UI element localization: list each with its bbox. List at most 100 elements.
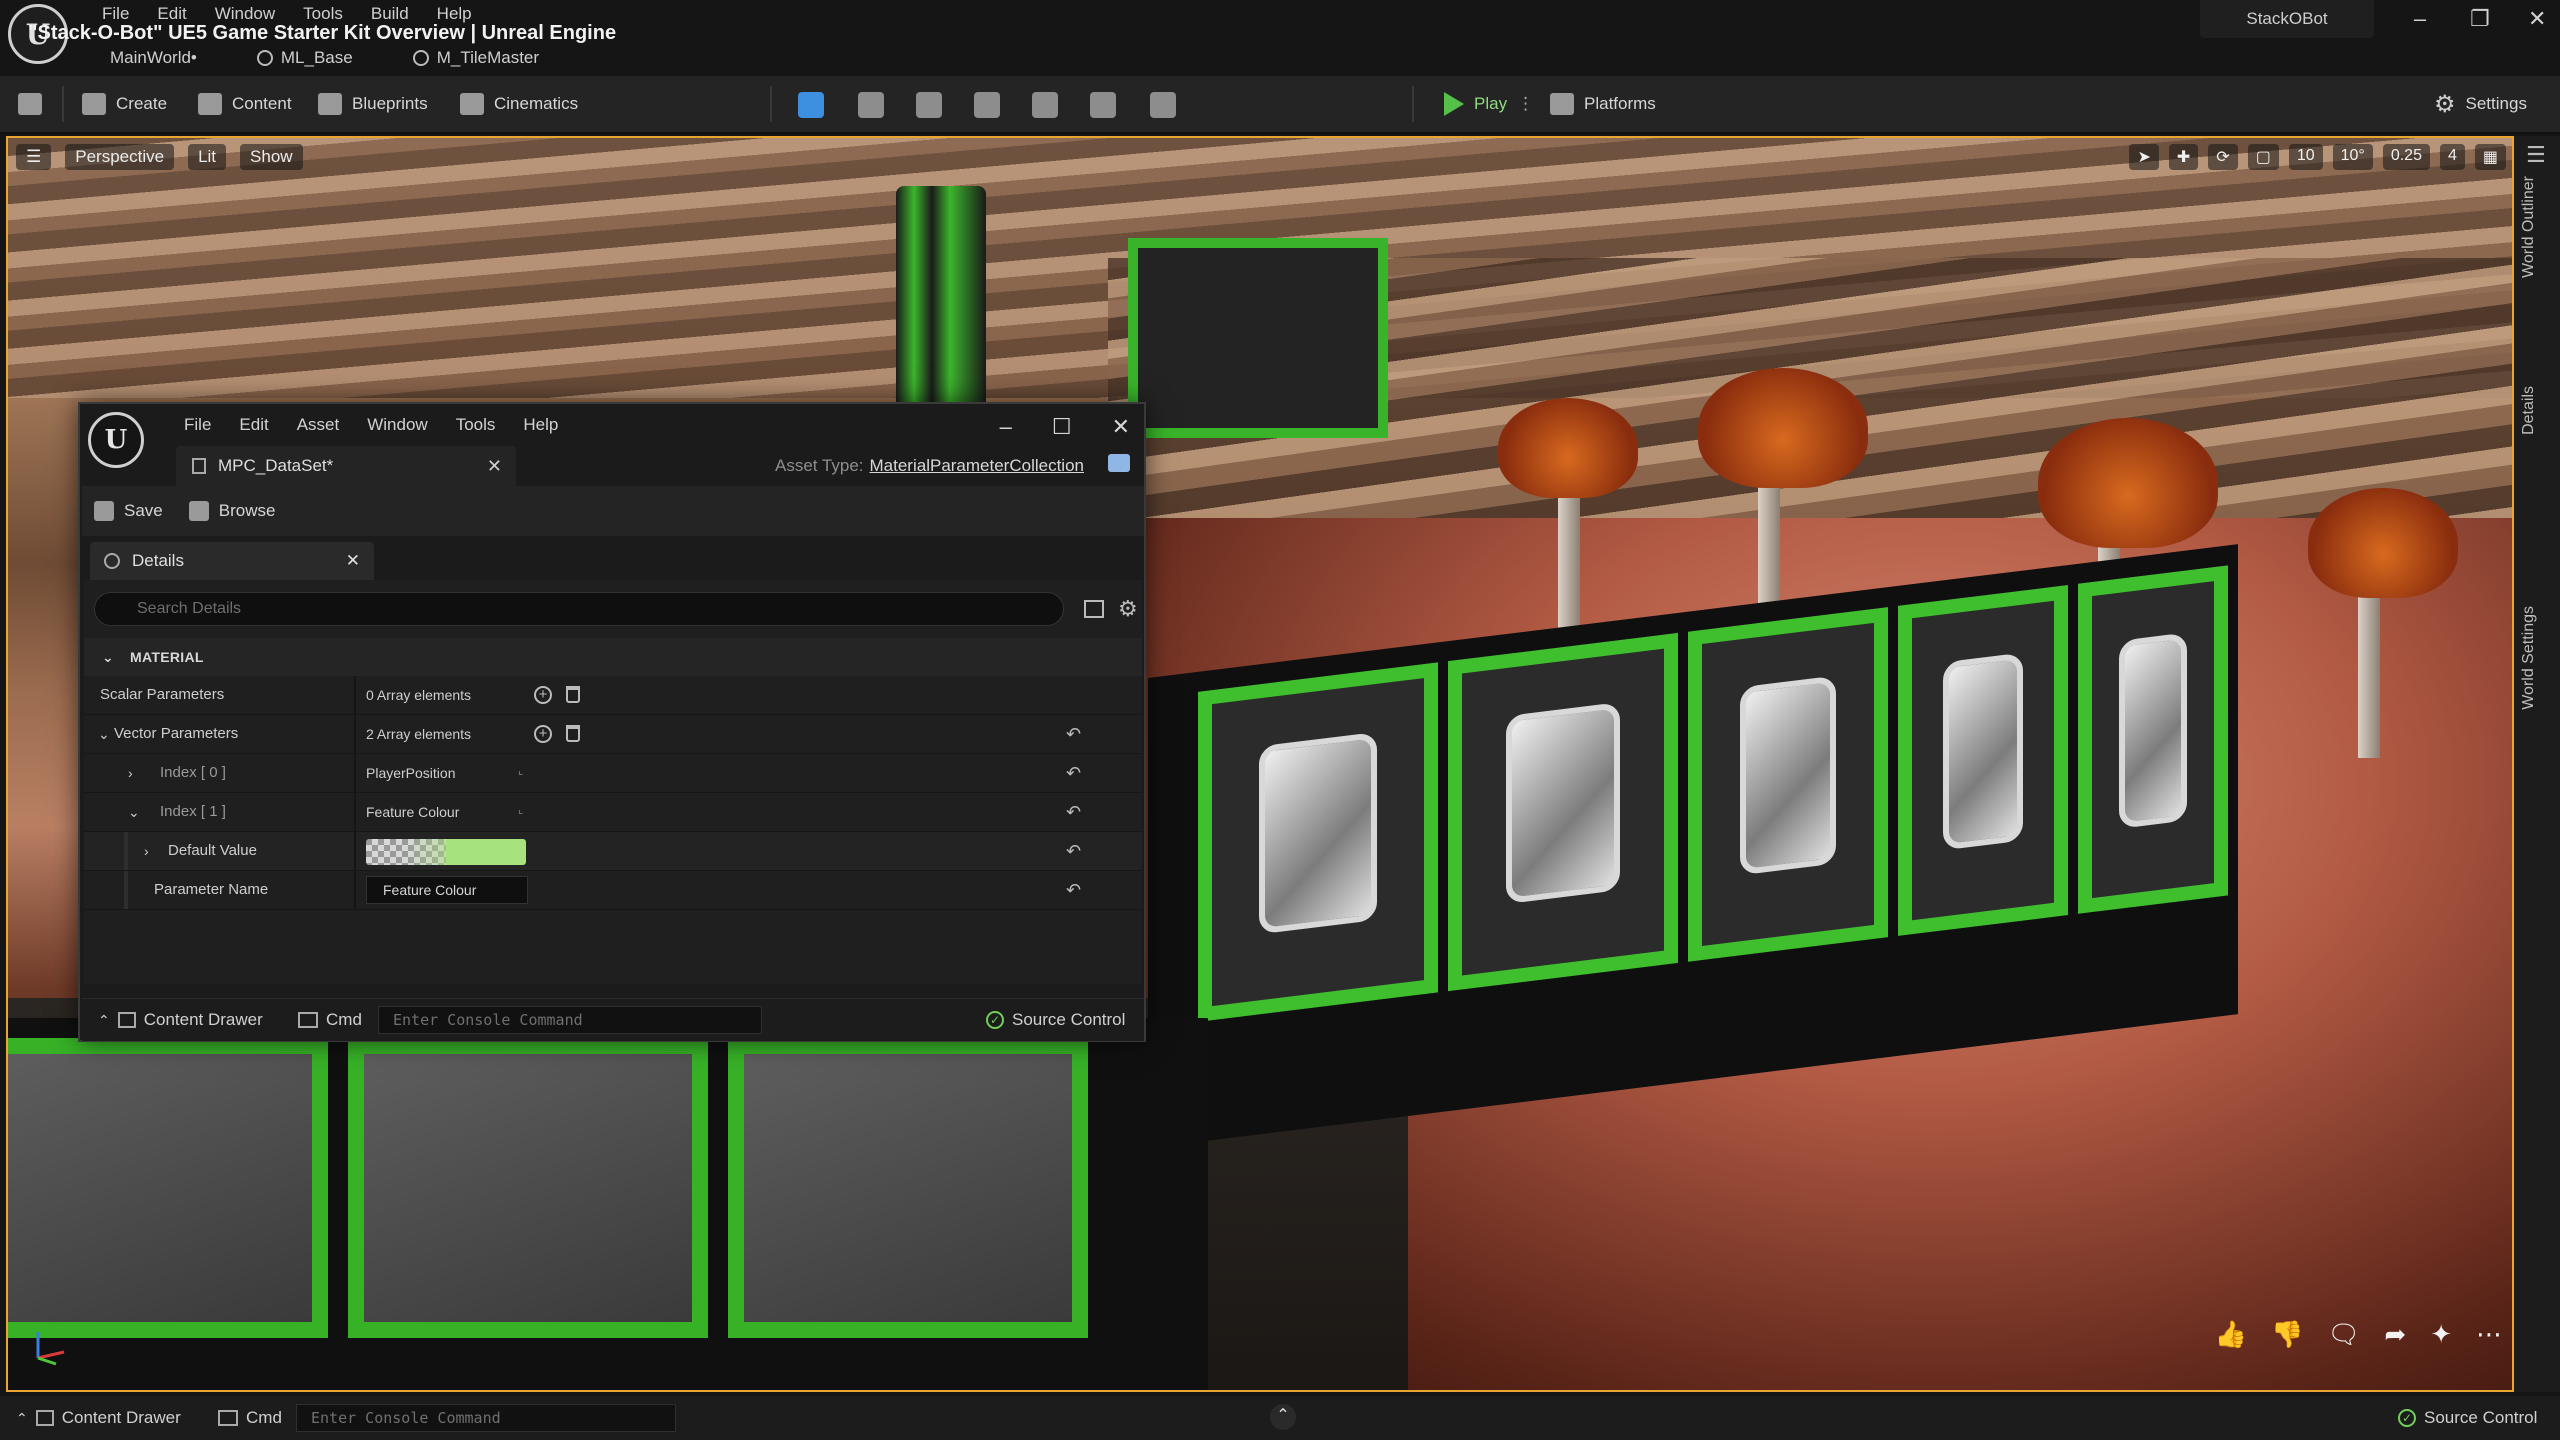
- category-material[interactable]: ⌄ MATERIAL: [84, 638, 1142, 676]
- property-row-index-0[interactable]: › Index [ 0 ] PlayerPosition ⌞ ↶: [84, 754, 1142, 793]
- fracture-mode-icon[interactable]: [1032, 92, 1058, 118]
- property-row-index-1[interactable]: ⌄ Index [ 1 ] Feature Colour ⌞ ↶: [84, 793, 1142, 832]
- details-tab[interactable]: Details ✕: [90, 542, 374, 580]
- close-tab-icon[interactable]: ✕: [346, 551, 360, 571]
- source-control-button[interactable]: ✓ Source Control: [2398, 1396, 2537, 1440]
- scale-snap-value[interactable]: 0.25: [2382, 144, 2430, 170]
- column-divider[interactable]: [354, 793, 356, 831]
- play-button[interactable]: Play ⋮: [1444, 76, 1534, 132]
- rotate-tool-icon[interactable]: ⟳: [2208, 144, 2238, 170]
- reset-to-default-icon[interactable]: ↶: [1066, 832, 1081, 870]
- create-button[interactable]: Create: [82, 76, 167, 132]
- asset-type-link[interactable]: MaterialParameterCollection: [870, 456, 1084, 475]
- foliage-mode-icon[interactable]: [916, 92, 942, 118]
- gear-icon[interactable]: ⚙: [1118, 598, 1138, 620]
- minimize-button[interactable]: –: [2412, 6, 2428, 32]
- restore-button[interactable]: ❐: [2470, 6, 2490, 32]
- landscape-mode-icon[interactable]: [858, 92, 884, 118]
- content-drawer-button[interactable]: ⌃ Content Drawer: [16, 1396, 181, 1440]
- comment-icon[interactable]: 🗨: [2327, 1319, 2360, 1350]
- asset-type-icon[interactable]: [1108, 454, 1130, 472]
- brush-edit-mode-icon[interactable]: [1090, 92, 1116, 118]
- select-mode-icon[interactable]: [798, 92, 824, 118]
- color-picker-swatch[interactable]: [366, 839, 526, 865]
- cinematics-button[interactable]: Cinematics: [460, 76, 578, 132]
- column-divider[interactable]: [354, 676, 356, 714]
- details-side-tab[interactable]: Details: [2520, 386, 2538, 435]
- close-tab-icon[interactable]: ✕: [487, 456, 502, 477]
- reset-to-default-icon[interactable]: ↶: [1066, 754, 1081, 792]
- play-options-icon[interactable]: ⋮: [1517, 94, 1534, 114]
- grid-snap-value[interactable]: 10: [2288, 144, 2323, 170]
- chevron-down-icon[interactable]: ⌄: [98, 715, 110, 753]
- sparkle-icon[interactable]: ✦: [2430, 1319, 2452, 1350]
- menu-tools[interactable]: Tools: [442, 412, 510, 438]
- console-input[interactable]: Enter Console Command: [296, 1404, 676, 1432]
- chevron-right-icon[interactable]: ›: [128, 754, 133, 792]
- tab-mainworld[interactable]: MainWorld•: [110, 48, 197, 68]
- asset-tab-mpc-dataset[interactable]: MPC_DataSet* ✕: [176, 446, 516, 486]
- menu-file[interactable]: File: [170, 412, 225, 438]
- share-icon[interactable]: ➦: [2384, 1319, 2406, 1350]
- viewport-menu-icon[interactable]: ☰: [16, 144, 52, 170]
- column-divider[interactable]: [354, 832, 356, 870]
- rotation-snap-value[interactable]: 10°: [2332, 144, 2373, 170]
- add-element-icon[interactable]: +: [534, 725, 552, 743]
- show-button[interactable]: Show: [240, 144, 303, 170]
- more-icon[interactable]: ⋯: [2476, 1319, 2502, 1350]
- column-divider[interactable]: [354, 754, 356, 792]
- select-tool-icon[interactable]: ➤: [2129, 144, 2159, 170]
- translate-tool-icon[interactable]: ✚: [2168, 144, 2199, 170]
- property-row-default-value[interactable]: › Default Value ↶: [84, 832, 1142, 871]
- thumbs-down-icon[interactable]: 👎: [2271, 1319, 2303, 1350]
- menu-help[interactable]: Help: [509, 412, 572, 438]
- layout-icon[interactable]: ▦: [2474, 144, 2506, 170]
- property-row-vector-parameters[interactable]: ⌄ Vector Parameters 2 Array elements + ↶: [84, 715, 1142, 754]
- cmd-button[interactable]: Cmd: [218, 1396, 282, 1440]
- unreal-logo-icon[interactable]: U: [88, 412, 144, 468]
- collapse-arrow-icon[interactable]: ⌃: [1270, 1404, 1296, 1430]
- column-divider[interactable]: [354, 871, 356, 909]
- menu-edit[interactable]: Edit: [225, 412, 282, 438]
- content-button[interactable]: Content: [198, 76, 292, 132]
- world-outliner-tab[interactable]: World Outliner: [2520, 176, 2538, 278]
- animation-mode-icon[interactable]: [1150, 92, 1176, 118]
- save-button[interactable]: Save: [94, 501, 163, 521]
- chevron-right-icon[interactable]: ›: [144, 832, 149, 870]
- parameter-name-field[interactable]: Feature Colour: [366, 876, 528, 904]
- add-element-icon[interactable]: +: [534, 686, 552, 704]
- mesh-paint-mode-icon[interactable]: [974, 92, 1000, 118]
- camera-speed-value[interactable]: 4: [2439, 144, 2465, 170]
- perspective-button[interactable]: Perspective: [65, 144, 175, 170]
- search-details-input[interactable]: Search Details: [94, 592, 1064, 626]
- maximize-button[interactable]: ☐: [1052, 414, 1072, 440]
- tab-ml-base[interactable]: ML_Base: [256, 48, 353, 68]
- table-view-icon[interactable]: [1084, 600, 1104, 618]
- close-button[interactable]: ✕: [2528, 6, 2546, 32]
- console-input[interactable]: Enter Console Command: [378, 1006, 762, 1034]
- lit-button[interactable]: Lit: [188, 144, 227, 170]
- menu-window[interactable]: Window: [353, 412, 441, 438]
- scale-tool-icon[interactable]: ▢: [2247, 144, 2279, 170]
- cmd-button[interactable]: Cmd: [298, 999, 362, 1041]
- tab-m-tilemaster[interactable]: M_TileMaster: [412, 48, 539, 68]
- trash-icon[interactable]: [566, 725, 580, 742]
- blueprints-button[interactable]: Blueprints: [318, 76, 428, 132]
- reset-to-default-icon[interactable]: ↶: [1066, 793, 1081, 831]
- chevron-down-icon[interactable]: ⌄: [128, 793, 140, 831]
- save-all-button[interactable]: [18, 76, 42, 132]
- world-settings-tab[interactable]: World Settings: [2520, 606, 2538, 710]
- menu-asset[interactable]: Asset: [283, 412, 354, 438]
- browse-button[interactable]: Browse: [188, 501, 275, 521]
- close-button[interactable]: ✕: [1112, 414, 1130, 440]
- panel-menu-icon[interactable]: ☰: [2526, 142, 2546, 168]
- thumbs-up-icon[interactable]: 👍: [2215, 1319, 2247, 1350]
- platforms-button[interactable]: Platforms: [1550, 76, 1656, 132]
- minimize-button[interactable]: –: [1000, 414, 1012, 440]
- column-divider[interactable]: [354, 715, 356, 753]
- reset-to-default-icon[interactable]: ↶: [1066, 871, 1081, 909]
- reset-to-default-icon[interactable]: ↶: [1066, 715, 1081, 753]
- source-control-button[interactable]: ✓ Source Control: [986, 999, 1125, 1041]
- content-drawer-button[interactable]: ⌃ Content Drawer: [98, 999, 263, 1041]
- settings-button[interactable]: ⚙ Settings: [2434, 76, 2527, 132]
